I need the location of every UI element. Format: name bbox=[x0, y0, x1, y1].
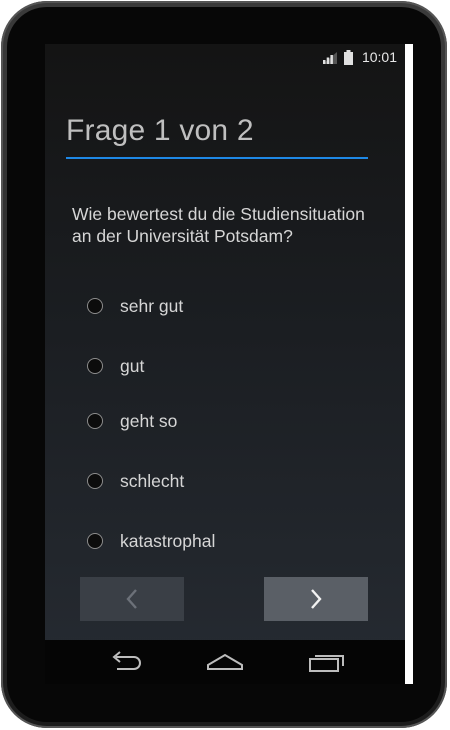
radio-button[interactable] bbox=[87, 358, 103, 374]
system-nav-bar bbox=[45, 640, 405, 684]
home-icon bbox=[207, 653, 243, 670]
option-label: gut bbox=[120, 355, 145, 376]
option-gut[interactable]: gut bbox=[87, 351, 144, 381]
status-bar: 10:01 bbox=[45, 44, 405, 70]
recents-icon bbox=[309, 655, 344, 672]
option-katastrophal[interactable]: katastrophal bbox=[87, 526, 215, 556]
option-schlecht[interactable]: schlecht bbox=[87, 466, 184, 496]
back-button[interactable] bbox=[105, 646, 145, 678]
signal-icon bbox=[323, 52, 337, 64]
app-screen: 10:01 Frage 1 von 2 Wie bewertest du die… bbox=[45, 44, 405, 684]
question-text: Wie bewertest du die Studiensituation an… bbox=[72, 204, 365, 246]
next-button[interactable] bbox=[264, 577, 368, 621]
option-label: katastrophal bbox=[120, 530, 216, 551]
radio-button[interactable] bbox=[87, 473, 103, 489]
option-label: geht so bbox=[120, 410, 178, 431]
page-title: Frage 1 von 2 bbox=[66, 114, 254, 147]
radio-button[interactable] bbox=[87, 533, 103, 549]
chevron-right-icon bbox=[311, 589, 322, 609]
option-sehr-gut[interactable]: sehr gut bbox=[87, 291, 183, 321]
screen-edge bbox=[405, 44, 413, 684]
chevron-left-icon bbox=[126, 589, 137, 609]
status-time: 10:01 bbox=[361, 49, 397, 65]
radio-button[interactable] bbox=[87, 298, 103, 314]
home-button[interactable] bbox=[205, 646, 245, 678]
recents-button[interactable] bbox=[307, 646, 347, 678]
option-label: schlecht bbox=[120, 470, 185, 491]
title-underline bbox=[66, 157, 368, 159]
option-label: sehr gut bbox=[120, 295, 184, 316]
radio-button[interactable] bbox=[87, 413, 103, 429]
previous-button[interactable] bbox=[80, 577, 184, 621]
back-icon bbox=[112, 651, 141, 670]
battery-icon bbox=[344, 50, 353, 65]
option-geht-so[interactable]: geht so bbox=[87, 406, 177, 436]
